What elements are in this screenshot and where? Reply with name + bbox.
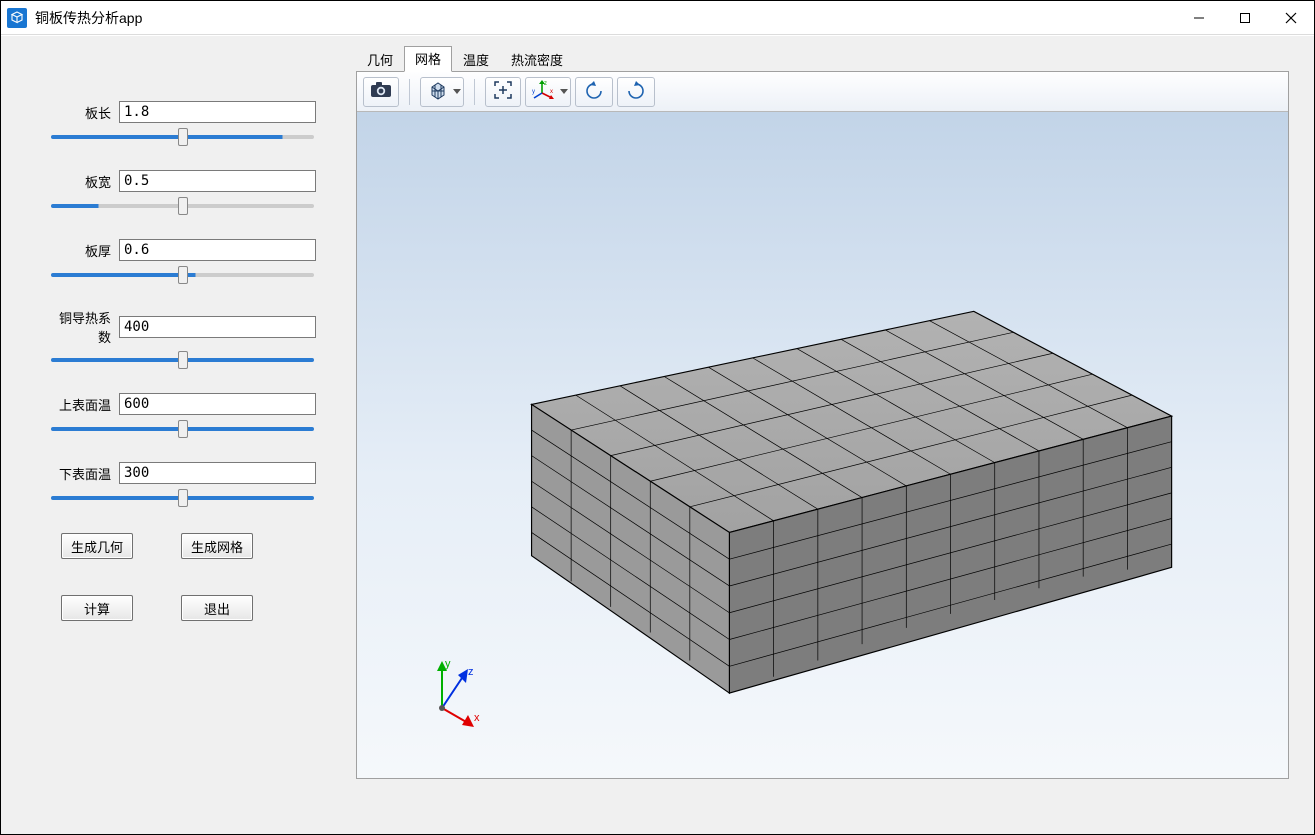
param-thickness: 板厚	[49, 239, 316, 280]
chevron-down-icon	[453, 89, 461, 94]
param-top-temp-input[interactable]	[119, 393, 316, 415]
chevron-down-icon	[560, 89, 568, 94]
svg-text:y: y	[445, 658, 451, 670]
view-orientation-button[interactable]: z x y	[525, 77, 571, 107]
param-bottom-temp-input[interactable]	[119, 462, 316, 484]
param-thickness-label: 板厚	[49, 241, 113, 260]
svg-text:z: z	[468, 666, 474, 678]
titlebar: 铜板传热分析app	[1, 1, 1314, 35]
close-button[interactable]	[1268, 1, 1314, 35]
view-panel: 几何 网格 温度 热流密度	[356, 36, 1314, 834]
view-tabs: 几何 网格 温度 热流密度	[356, 50, 1289, 72]
svg-text:x: x	[550, 89, 553, 95]
parameter-panel: 板长 板宽 板厚 铜导	[1, 36, 356, 834]
rotate-cw-icon	[624, 79, 648, 104]
axis-triad: y z x	[412, 653, 492, 733]
client-area: 板长 板宽 板厚 铜导	[1, 35, 1314, 834]
app-window: 铜板传热分析app 板长	[0, 0, 1315, 835]
param-top-temp-label: 上表面温	[49, 395, 113, 414]
param-conductivity-label: 铜导热系数	[49, 308, 113, 346]
rotate-right-button[interactable]	[617, 77, 655, 107]
param-length-slider[interactable]	[51, 135, 314, 139]
window-title: 铜板传热分析app	[35, 8, 142, 28]
display-mode-button[interactable]	[420, 77, 464, 107]
param-width-label: 板宽	[49, 172, 113, 191]
app-icon	[7, 8, 27, 28]
param-length-input[interactable]	[119, 101, 316, 123]
tab-heatflux[interactable]: 热流密度	[500, 47, 574, 72]
param-bottom-temp-slider[interactable]	[51, 496, 314, 500]
param-length-label: 板长	[49, 103, 113, 122]
camera-icon	[370, 81, 392, 102]
minimize-button[interactable]	[1176, 1, 1222, 35]
svg-text:z: z	[544, 81, 547, 87]
param-thickness-slider[interactable]	[51, 273, 314, 277]
param-top-temp-slider[interactable]	[51, 427, 314, 431]
rotate-ccw-icon	[582, 79, 606, 104]
param-top-temp: 上表面温	[49, 393, 316, 434]
view-frame: z x y	[356, 72, 1289, 779]
svg-text:x: x	[474, 712, 480, 724]
maximize-button[interactable]	[1222, 1, 1268, 35]
param-width-slider[interactable]	[51, 204, 314, 208]
cube-wire-icon	[427, 79, 449, 104]
snapshot-button[interactable]	[363, 77, 399, 107]
param-length: 板长	[49, 101, 316, 142]
param-conductivity-slider[interactable]	[51, 358, 314, 362]
mesh-block	[357, 112, 1288, 778]
axis-icon: z x y	[532, 79, 556, 104]
exit-button[interactable]: 退出	[181, 595, 253, 621]
tab-mesh[interactable]: 网格	[404, 46, 452, 72]
rotate-left-button[interactable]	[575, 77, 613, 107]
tab-geometry[interactable]: 几何	[356, 47, 404, 72]
svg-text:y: y	[532, 89, 535, 95]
view-toolbar: z x y	[357, 72, 1288, 112]
param-bottom-temp: 下表面温	[49, 462, 316, 503]
generate-mesh-button[interactable]: 生成网格	[181, 533, 253, 559]
param-conductivity-input[interactable]	[119, 316, 316, 338]
generate-geometry-button[interactable]: 生成几何	[61, 533, 133, 559]
param-width: 板宽	[49, 170, 316, 211]
param-bottom-temp-label: 下表面温	[49, 464, 113, 483]
zoom-extents-button[interactable]	[485, 77, 521, 107]
fit-view-icon	[492, 79, 514, 104]
param-conductivity: 铜导热系数	[49, 308, 316, 365]
param-width-input[interactable]	[119, 170, 316, 192]
compute-button[interactable]: 计算	[61, 595, 133, 621]
3d-viewport[interactable]: y z x	[357, 112, 1288, 778]
tab-temperature[interactable]: 温度	[452, 47, 500, 72]
param-thickness-input[interactable]	[119, 239, 316, 261]
